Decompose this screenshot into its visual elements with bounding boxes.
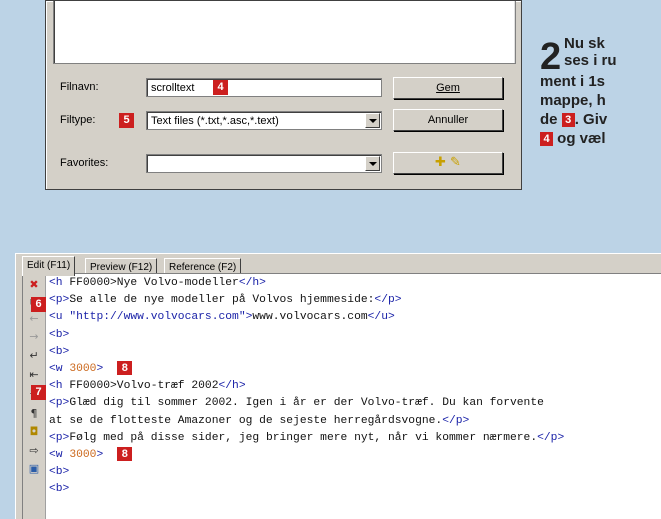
favorites-label: Favorites: xyxy=(60,157,109,169)
save-button-label: Gem xyxy=(436,82,460,94)
filename-value: scrolltext xyxy=(151,82,195,94)
code-token: <p> xyxy=(49,397,70,410)
save-dialog: Filnavn: scrolltext 4 Gem Filtype: 5 Tex… xyxy=(45,0,522,190)
step-badge-6: 6 xyxy=(31,297,46,312)
step-line-5: de 3. Giv xyxy=(540,110,607,129)
code-line[interactable]: <b> xyxy=(49,464,661,481)
indent-icon[interactable]: ⇤ xyxy=(26,367,42,383)
editor-body: ✖ ⧉ ← → ↵ ⇤ # ¶ ◘ ⇨ ▣ 6 7 <h FF0000>Nye … xyxy=(22,273,661,519)
filename-label: Filnavn: xyxy=(60,81,99,93)
code-token: > xyxy=(96,448,104,461)
code-editor[interactable]: <h FF0000>Nye Volvo-modeller</h> <p>Se al… xyxy=(49,275,661,498)
step-line-5-start: de xyxy=(540,111,558,128)
code-token: "http://www.volvocars.com"> xyxy=(69,311,253,324)
step-line-5-end: . Giv xyxy=(574,111,608,128)
code-line[interactable]: <u "http://www.volvocars.com">www.volvoc… xyxy=(49,309,661,326)
step-badge-5: 5 xyxy=(119,113,134,128)
wrap-icon[interactable]: ↵ xyxy=(26,348,42,364)
code-token: FF0000>Volvo-træf 2002 xyxy=(69,380,219,393)
step-line-3: ment i 1s xyxy=(540,73,606,90)
code-token: </p> xyxy=(374,294,402,307)
filetype-select[interactable]: Text files (*.txt,*.asc,*.text) xyxy=(146,111,382,130)
code-token: > xyxy=(96,362,104,375)
favorites-select[interactable] xyxy=(146,154,382,173)
code-token: </h> xyxy=(218,380,246,393)
code-line[interactable]: <b> xyxy=(49,327,661,344)
code-token: FF0000>Nye Volvo-modeller xyxy=(69,277,239,289)
filetype-value: Text files (*.txt,*.asc,*.text) xyxy=(151,115,279,127)
code-token: Se alle de nye modeller på Volvos hjemme… xyxy=(69,294,375,307)
step-badge-8: 8 xyxy=(117,446,133,461)
code-token: <w xyxy=(49,362,70,375)
code-token: <p> xyxy=(49,431,70,444)
step-line-6: 4 og væl xyxy=(540,129,606,148)
code-line[interactable]: <p>Se alle de nye modeller på Volvos hje… xyxy=(49,292,661,309)
code-token: Følg med på disse sider, jeg bringer mer… xyxy=(69,431,538,444)
chevron-down-icon[interactable] xyxy=(365,113,380,128)
code-line[interactable]: <h FF0000>Nye Volvo-modeller</h> xyxy=(49,275,661,292)
code-token: </p> xyxy=(442,414,470,427)
code-line[interactable]: <p>Følg med på disse sider, jeg bringer … xyxy=(49,430,661,447)
cancel-button[interactable]: Annuller xyxy=(393,109,503,131)
add-favorite-button[interactable]: ✚ ✎ xyxy=(393,152,503,174)
code-token: </u> xyxy=(367,311,395,324)
export-icon[interactable]: ⇨ xyxy=(26,443,42,459)
code-token: <u xyxy=(49,311,70,324)
step-badge-8: 8 xyxy=(117,360,133,375)
code-token: <w xyxy=(49,448,70,461)
chevron-down-icon[interactable] xyxy=(365,156,380,171)
code-token: <h xyxy=(49,380,70,393)
step-number: 2 xyxy=(540,36,562,78)
code-token: <b> xyxy=(49,466,70,479)
filetype-label: Filtype: xyxy=(60,114,96,126)
code-token: Glæd dig til sommer 2002. Igen i år er d… xyxy=(69,397,544,410)
code-token: </h> xyxy=(238,277,266,289)
step-badge-4-text: 4 xyxy=(540,132,553,146)
code-line[interactable]: <p>Glæd dig til sommer 2002. Igen i år e… xyxy=(49,395,661,412)
code-token: <b> xyxy=(49,328,70,341)
code-token: at se de flotteste Amazoner og de sejest… xyxy=(49,414,443,427)
step-line-4: mappe, h xyxy=(540,92,606,109)
step-line-2: ses i ru xyxy=(564,52,617,69)
save-icon[interactable]: ◘ xyxy=(26,424,42,440)
back-icon[interactable]: ← xyxy=(26,311,42,327)
code-token: <p> xyxy=(49,294,70,307)
step-badge-3: 3 xyxy=(561,113,575,127)
code-token: <b> xyxy=(49,345,70,358)
pilcrow-icon[interactable]: ¶ xyxy=(26,406,42,422)
code-token: 3000 xyxy=(69,362,97,375)
code-line[interactable]: <b> xyxy=(49,481,661,498)
forward-icon[interactable]: → xyxy=(26,329,42,345)
filename-field[interactable]: scrolltext xyxy=(146,78,382,97)
code-line[interactable]: at se de flotteste Amazoner og de sejest… xyxy=(49,413,661,430)
step-badge-4: 4 xyxy=(213,80,228,95)
code-token: www.volvocars.com xyxy=(252,311,368,324)
file-list[interactable] xyxy=(53,1,516,64)
cancel-button-label: Annuller xyxy=(427,114,469,126)
code-line[interactable]: <h FF0000>Volvo-træf 2002</h> xyxy=(49,378,661,395)
code-line[interactable]: <w 3000> 8 xyxy=(49,446,661,464)
step-line-6-text: og væl xyxy=(557,130,606,147)
close-icon[interactable]: ✖ xyxy=(26,277,42,293)
tab-edit[interactable]: Edit (F11) xyxy=(22,256,76,276)
code-token: <b> xyxy=(49,483,70,496)
window-icon[interactable]: ▣ xyxy=(26,461,42,477)
editor-panel: Edit (F11) Preview (F12) Reference (F2) … xyxy=(15,253,661,519)
step-badge-7: 7 xyxy=(31,385,46,400)
code-line[interactable]: <b> xyxy=(49,344,661,361)
code-token: <h xyxy=(49,277,70,289)
code-line[interactable]: <w 3000> 8 xyxy=(49,360,661,378)
save-button[interactable]: Gem xyxy=(393,77,503,99)
add-favorite-icon: ✚ ✎ xyxy=(435,155,461,170)
code-token: </p> xyxy=(537,431,565,444)
code-token: 3000 xyxy=(69,448,97,461)
